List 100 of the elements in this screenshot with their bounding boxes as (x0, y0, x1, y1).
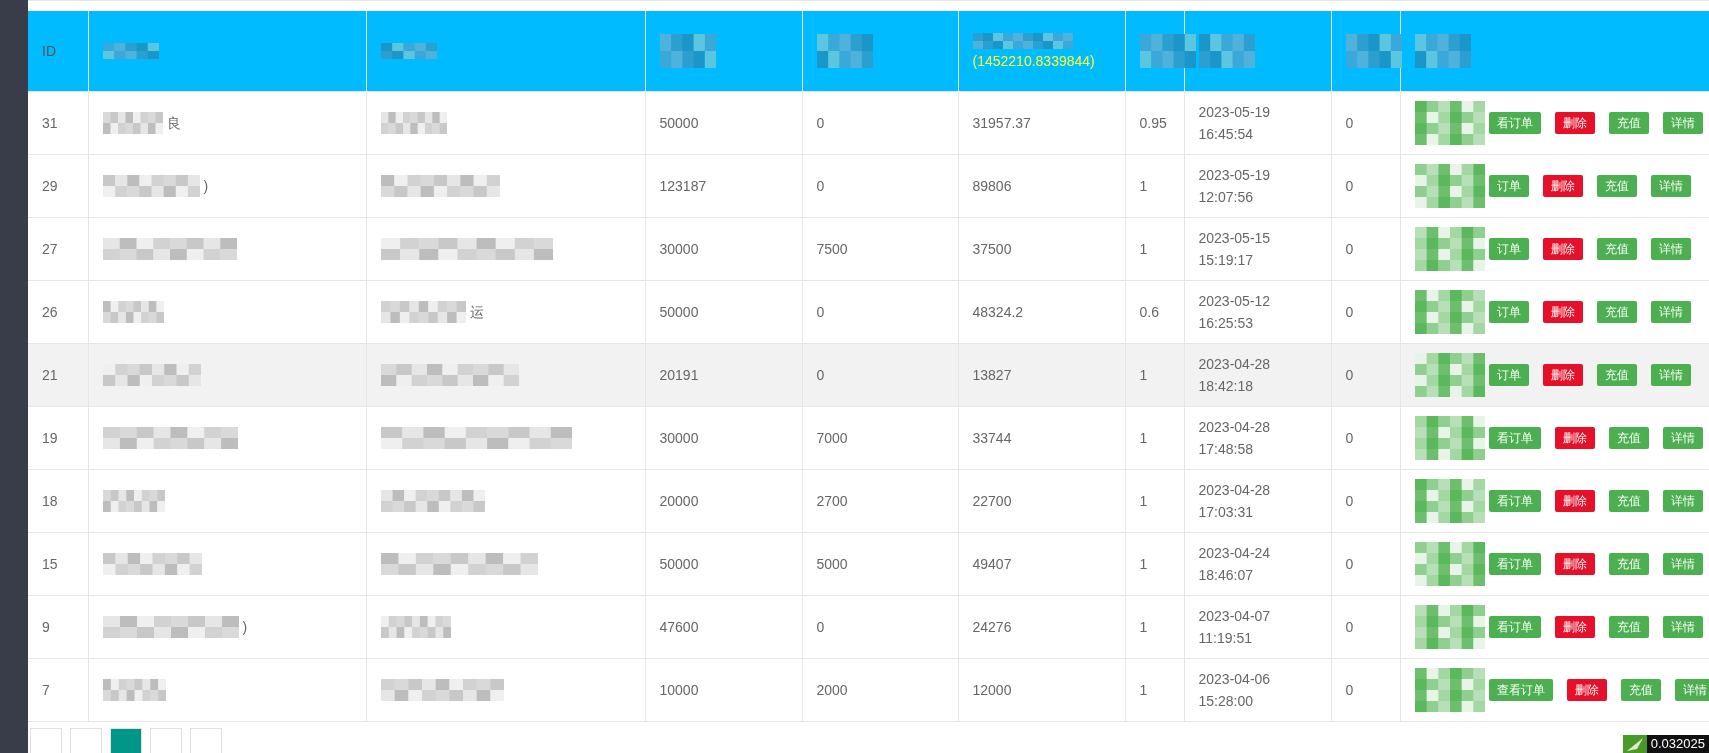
table-cell: 9 (42, 619, 50, 635)
delete-button[interactable]: 删除 (1554, 490, 1595, 512)
table-cell: 50000 (659, 304, 699, 320)
action-button[interactable]: 充值 (1608, 616, 1649, 638)
table-cell: 0 (1345, 556, 1354, 572)
table-cell: 1 (1139, 619, 1148, 635)
time-text: 18:42:18 (1198, 377, 1254, 396)
pixelated-redaction (1414, 479, 1485, 523)
table-cell: 27 (42, 241, 58, 257)
pixelated-text (380, 112, 447, 134)
action-button[interactable]: 详情 (1650, 238, 1691, 260)
delete-button[interactable]: 删除 (1542, 175, 1583, 197)
action-button[interactable]: 看订单 (1488, 616, 1541, 638)
table-cell-text: ) (203, 177, 209, 196)
action-button[interactable]: 看订单 (1488, 112, 1541, 134)
table-cell: 31957.37 (972, 115, 1031, 131)
pixelated-header (1414, 34, 1471, 68)
delete-button[interactable]: 删除 (1554, 553, 1595, 575)
delete-button[interactable]: 删除 (1554, 616, 1595, 638)
action-button[interactable]: 订单 (1488, 301, 1529, 323)
table-cell: 0 (1345, 430, 1354, 446)
action-button[interactable]: 充值 (1620, 679, 1661, 701)
action-button[interactable]: 充值 (1608, 490, 1649, 512)
table-cell: 0 (816, 115, 825, 131)
action-button[interactable]: 订单 (1488, 175, 1529, 197)
pixelated-redaction (1414, 101, 1485, 145)
action-button[interactable]: 充值 (1596, 301, 1637, 323)
table-cell: 12000 (972, 682, 1012, 698)
action-button[interactable]: 充值 (1608, 427, 1649, 449)
table-cell: 48324.2 (972, 304, 1024, 320)
date-text: 2023-05-19 (1198, 166, 1272, 185)
table-cell: 0 (1345, 178, 1354, 194)
table-cell: 0 (1345, 241, 1354, 257)
action-button[interactable]: 详情 (1650, 175, 1691, 197)
time-text: 15:28:00 (1198, 692, 1254, 711)
table-cell: 33744 (972, 430, 1012, 446)
action-button[interactable]: 详情 (1650, 301, 1691, 323)
table-cell: 89806 (972, 178, 1012, 194)
action-button[interactable]: 详情 (1674, 679, 1709, 701)
table-cell: 15 (42, 556, 58, 572)
table-cell: 18 (42, 493, 58, 509)
page-button[interactable] (70, 728, 102, 753)
pixelated-header (1198, 34, 1255, 68)
table-cell: 29 (42, 178, 58, 194)
delete-button[interactable]: 删除 (1542, 301, 1583, 323)
table-cell: 20191 (659, 367, 699, 383)
column-header: ID (42, 43, 56, 59)
action-button[interactable]: 充值 (1608, 112, 1649, 134)
action-button[interactable]: 充值 (1596, 175, 1637, 197)
table-cell: 30000 (659, 241, 699, 257)
page-button[interactable] (150, 728, 182, 753)
pixelated-header (102, 43, 159, 59)
action-button[interactable]: 看订单 (1488, 553, 1541, 575)
delete-button[interactable]: 删除 (1542, 238, 1583, 260)
action-button[interactable]: 看订单 (1488, 490, 1541, 512)
table-cell: 0 (1345, 619, 1354, 635)
delete-button[interactable]: 删除 (1554, 112, 1595, 134)
action-button[interactable]: 详情 (1662, 427, 1703, 449)
delete-button[interactable]: 删除 (1542, 364, 1583, 386)
action-button[interactable]: 看订单 (1488, 427, 1541, 449)
table-cell: 2000 (816, 682, 848, 698)
pixelated-redaction (1414, 668, 1485, 712)
action-button[interactable]: 详情 (1662, 553, 1703, 575)
action-button[interactable]: 充值 (1596, 364, 1637, 386)
time-text: 15:19:17 (1198, 251, 1254, 270)
table-cell: 20000 (659, 493, 699, 509)
delete-button[interactable]: 删除 (1566, 679, 1607, 701)
action-button[interactable]: 订单 (1488, 364, 1529, 386)
table-cell: 0 (816, 367, 825, 383)
table-cell: 31 (42, 115, 58, 131)
table-cell-text: 良 (166, 114, 181, 133)
action-button[interactable]: 充值 (1596, 238, 1637, 260)
table-cell: 10000 (659, 682, 699, 698)
date-text: 2023-04-06 (1198, 670, 1272, 689)
pixelated-header (816, 34, 873, 68)
page-button[interactable] (110, 728, 142, 753)
action-button[interactable]: 充值 (1608, 553, 1649, 575)
page-button[interactable] (30, 728, 62, 753)
pixelated-redaction (1414, 353, 1485, 397)
table-cell: 1 (1139, 241, 1148, 257)
table-cell: 5000 (816, 556, 848, 572)
action-button[interactable]: 详情 (1650, 364, 1691, 386)
date-text: 2023-05-12 (1198, 292, 1272, 311)
table-cell: 1 (1139, 493, 1148, 509)
action-button[interactable]: 详情 (1662, 490, 1703, 512)
action-button[interactable]: 订单 (1488, 238, 1529, 260)
action-button[interactable]: 查看订单 (1488, 679, 1553, 701)
table-cell: 22700 (972, 493, 1012, 509)
action-button[interactable]: 详情 (1662, 616, 1703, 638)
time-text: 11:19:51 (1198, 629, 1253, 648)
pixelated-header (1139, 34, 1196, 68)
page-button[interactable] (190, 728, 222, 753)
action-button[interactable]: 详情 (1662, 112, 1703, 134)
table-cell: 0.95 (1139, 115, 1167, 131)
delete-button[interactable]: 删除 (1554, 427, 1595, 449)
date-text: 2023-04-24 (1198, 544, 1272, 563)
time-text: 16:45:54 (1198, 125, 1254, 144)
table-cell: 1 (1139, 430, 1148, 446)
table-cell: 1 (1139, 178, 1148, 194)
leaf-icon (1622, 735, 1647, 753)
